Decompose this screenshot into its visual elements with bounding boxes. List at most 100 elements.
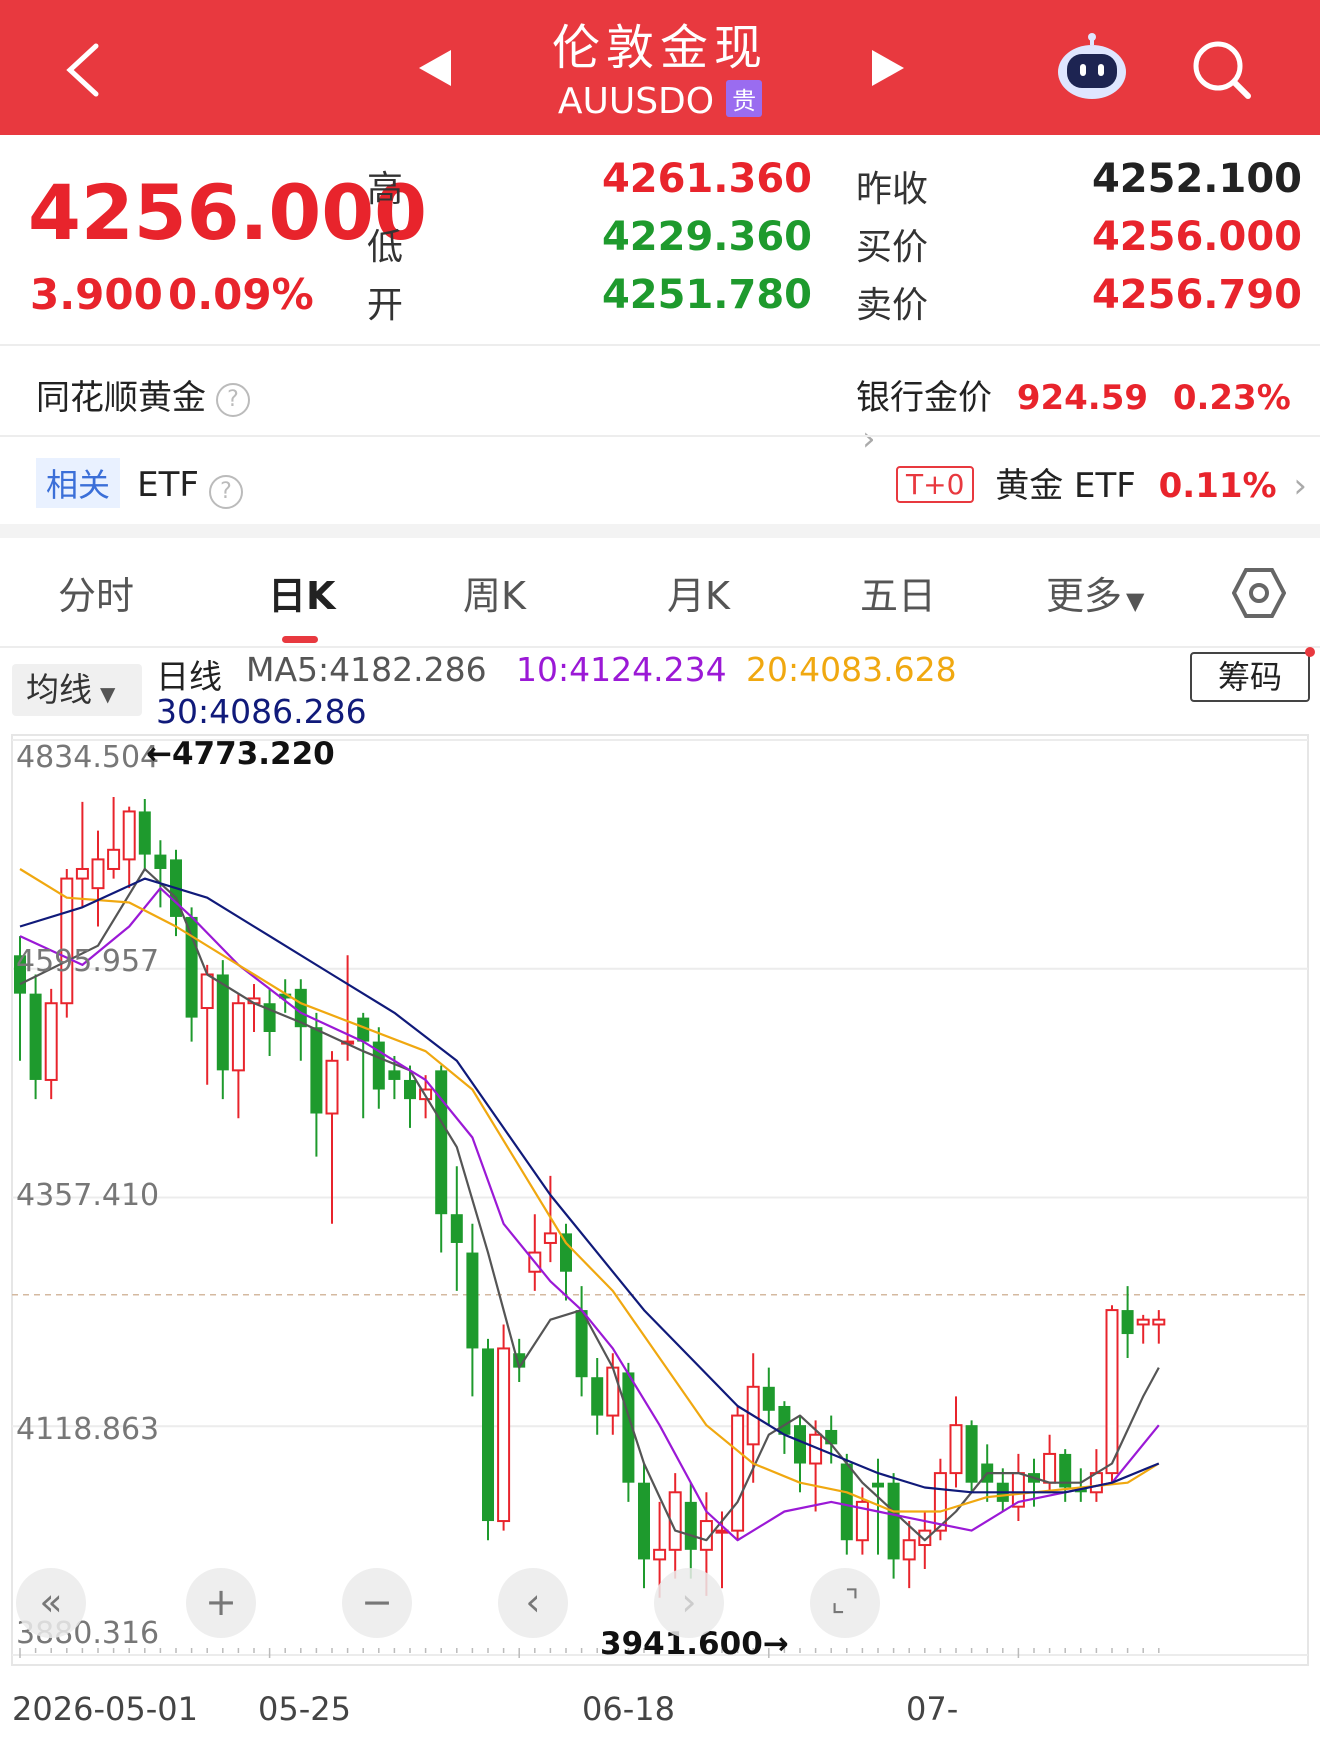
related-tag: 相关 (36, 458, 121, 508)
related-etf-row[interactable]: 相关 ETF? (36, 458, 243, 509)
candle-body (466, 1252, 479, 1349)
candle-body (325, 1059, 339, 1115)
candle-body (185, 916, 198, 1018)
price-change-pct: 0.09% (168, 270, 314, 319)
price-change: 3.900 (30, 270, 163, 319)
ask-value: 4256.790 (1091, 272, 1302, 318)
y-tick-label: 4118.863 (16, 1412, 160, 1447)
ths-gold-label: 同花顺黄金 (36, 378, 206, 418)
candle-body (684, 1501, 697, 1550)
tab-intraday[interactable]: 分时 (58, 565, 134, 620)
candle-body (91, 858, 105, 890)
candle-body (231, 1002, 245, 1072)
candle-body (887, 1482, 900, 1560)
gold-etf-name: 黄金 ETF (995, 466, 1136, 506)
gold-etf-link[interactable]: T+0 黄金 ETF 0.11% › (896, 458, 1307, 507)
candle-body (949, 1424, 963, 1475)
max-annotation: ←4773.220 (146, 736, 335, 772)
candle-body (1043, 1452, 1057, 1484)
candle-body (840, 1463, 853, 1541)
chart-settings-icon[interactable] (1232, 566, 1286, 620)
candle-body (902, 1539, 916, 1561)
scroll-left-button[interactable]: ‹ (498, 1568, 568, 1638)
zoom-out-button[interactable]: − (342, 1568, 412, 1638)
x-tick-label: 2026-05-01 (12, 1690, 198, 1728)
ths-gold-row[interactable]: 同花顺黄金? (36, 370, 250, 419)
open-label: 开 (367, 285, 404, 326)
daily-line-label: 日线 (156, 657, 222, 696)
candle-body (200, 973, 214, 1010)
low-value: 4229.360 (601, 214, 812, 260)
zoom-in-button[interactable]: + (186, 1568, 256, 1638)
bank-gold-value: 924.59 (1016, 378, 1149, 418)
candle-body (44, 1002, 58, 1081)
bank-gold-pct: 0.23% (1172, 378, 1291, 418)
ma-selector[interactable]: 均线 ▼ (12, 664, 142, 716)
y-tick-label: 4357.410 (16, 1178, 160, 1213)
active-tab-indicator (282, 636, 318, 643)
candle-body (653, 1548, 667, 1561)
open-value: 4251.780 (601, 272, 812, 318)
help-icon[interactable]: ? (208, 474, 243, 509)
fullscreen-button[interactable]: ⌞⌝ (810, 1568, 880, 1638)
candle-body (107, 848, 121, 870)
ask-label: 卖价 (856, 285, 929, 326)
candle-body (1121, 1310, 1134, 1335)
x-tick-label: 06-18 (582, 1690, 675, 1728)
candle-body (591, 1377, 604, 1416)
scroll-right-button[interactable]: › (654, 1568, 724, 1638)
candle-body (216, 974, 229, 1071)
tab-monthly-k[interactable]: 月K (667, 565, 730, 620)
x-tick-label: 05-25 (258, 1690, 351, 1728)
chevron-right-icon: › (862, 419, 876, 459)
candle-body (872, 1482, 884, 1488)
next-instrument-icon[interactable] (870, 48, 908, 88)
candle-body (138, 811, 151, 855)
candle-body (731, 1414, 745, 1532)
ma10-value: 10:4124.234 (516, 650, 727, 689)
tab-daily-k[interactable]: 日K (268, 565, 335, 620)
prev-close-value: 4252.100 (1091, 156, 1302, 202)
ma20-value: 20:4083.628 (746, 650, 957, 689)
y-tick-label: 4834.504 (16, 740, 160, 775)
candle-body (482, 1348, 494, 1522)
caret-down-icon: ▼ (1126, 587, 1145, 615)
x-tick-label: 07- (906, 1690, 959, 1728)
candle-body (154, 854, 167, 869)
candlestick-chart[interactable] (0, 730, 1320, 1670)
robot-assistant-icon[interactable] (1052, 32, 1132, 102)
bank-gold-price[interactable]: 银行金价 924.59 0.23% › (856, 370, 1320, 459)
ma30-value: 30:4086.286 (156, 692, 367, 731)
candle-body (543, 1232, 557, 1244)
candle-body (965, 1425, 978, 1483)
candle-body (762, 1386, 775, 1411)
ma5-value: MA5:4182.286 (246, 650, 487, 689)
candle-body (794, 1425, 806, 1464)
tab-more[interactable]: 更多 ▼ (1046, 565, 1144, 620)
y-tick-label: 4595.957 (16, 944, 160, 979)
low-label: 低 (367, 227, 404, 268)
chips-button[interactable]: 筹码 (1190, 652, 1310, 702)
candle-body (310, 1027, 323, 1114)
high-label: 高 (367, 169, 404, 210)
candle-body (715, 1529, 729, 1534)
candle-body (75, 867, 89, 880)
rewind-button[interactable]: « (16, 1568, 86, 1638)
t0-badge: T+0 (896, 466, 975, 503)
tab-five-day[interactable]: 五日 (860, 565, 936, 620)
tab-weekly-k[interactable]: 周K (463, 565, 526, 620)
bid-label: 买价 (856, 227, 929, 268)
candle-body (122, 810, 136, 861)
candle-body (29, 993, 42, 1080)
search-icon[interactable] (1190, 38, 1254, 102)
candle-body (497, 1347, 511, 1523)
help-icon[interactable]: ? (216, 382, 250, 417)
candle-body (1152, 1318, 1166, 1326)
candle-body (606, 1366, 620, 1417)
candle-body (404, 1079, 416, 1100)
precious-badge: 贵 (726, 80, 763, 117)
candle-body (435, 1070, 448, 1215)
high-value: 4261.360 (601, 156, 812, 202)
candle-body (638, 1482, 650, 1560)
notification-dot (1305, 647, 1315, 657)
